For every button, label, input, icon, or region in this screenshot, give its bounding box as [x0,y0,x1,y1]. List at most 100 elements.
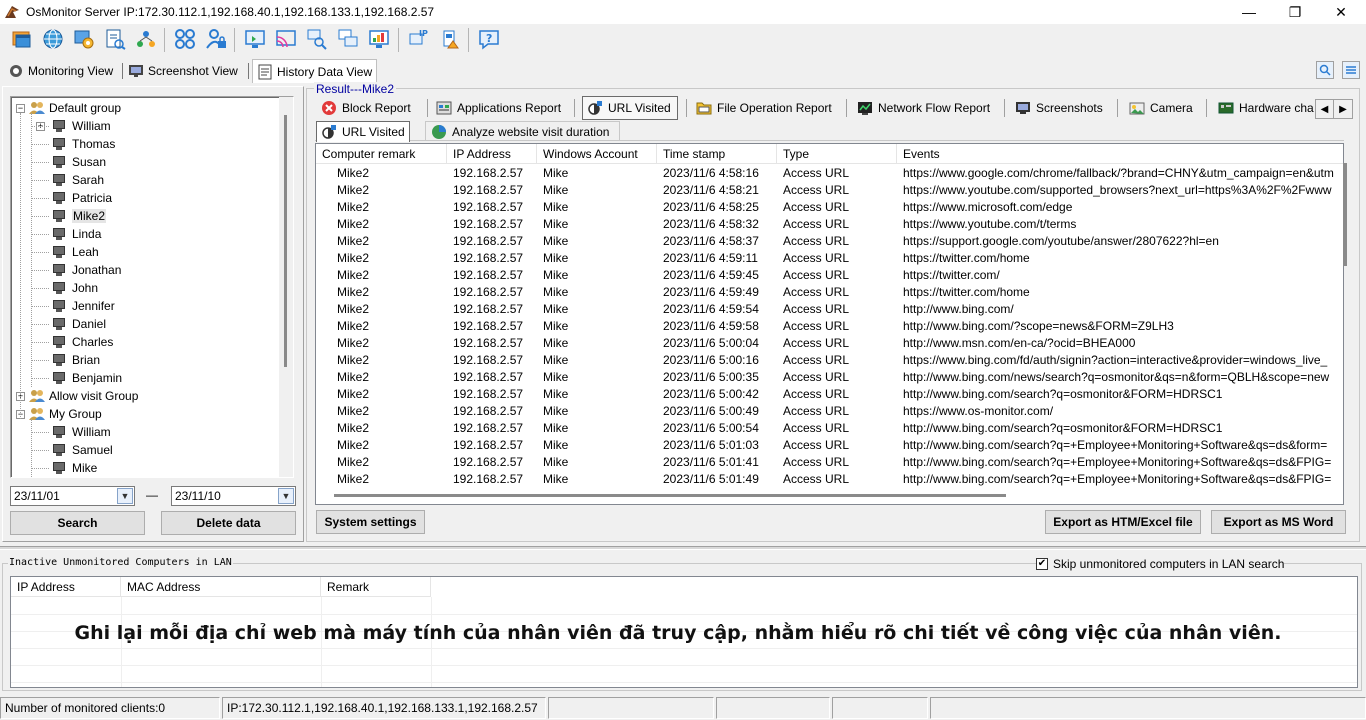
tab-camera[interactable]: Camera [1129,97,1193,119]
tree-computer[interactable]: Leah [51,243,99,261]
tree-computer[interactable]: William [51,423,111,441]
table-row[interactable]: Mike2 192.168.2.57 Mike 2023/11/6 4:58:21 Ac… [316,181,1343,198]
table-row[interactable]: Mike2 192.168.2.57 Mike 2023/11/6 5:00:49 Ac… [316,402,1343,419]
export-word-button[interactable]: Export as MS Word [1211,510,1346,534]
chevron-right-icon[interactable]: ▶ [1334,100,1352,118]
subtab-analyze-duration[interactable]: Analyze website visit duration [425,121,621,141]
lan-column-header[interactable]: IP Address [11,577,121,597]
cast-icon[interactable] [274,27,298,51]
tab-file-operation-report[interactable]: File Operation Report [696,97,832,119]
table-row[interactable]: Mike2 192.168.2.57 Mike 2023/11/6 5:00:54 Ac… [316,419,1343,436]
tree-group[interactable]: + Allow visit Group [16,387,138,405]
lan-column-header[interactable]: MAC Address [121,577,321,597]
table-row[interactable]: Mike2 192.168.2.57 Mike 2023/11/6 4:59:11 Ac… [316,249,1343,266]
table-row[interactable]: Mike2 192.168.2.57 Mike 2023/11/6 5:00:35 Ac… [316,368,1343,385]
table-vscroll-thumb[interactable] [1343,163,1347,266]
table-hscroll-thumb[interactable] [334,494,1006,497]
multi-screen-icon[interactable] [336,27,360,51]
column-header[interactable]: Events [897,144,1343,164]
tree-computer[interactable]: Jennifer [51,297,115,315]
tab-monitoring-view[interactable]: Monitoring View [8,60,113,82]
tree-computer[interactable]: + William [36,117,111,135]
remote-screen-icon[interactable] [243,27,267,51]
table-row[interactable]: Mike2 192.168.2.57 Mike 2023/11/6 5:01:41 Ac… [316,453,1343,470]
help-icon[interactable]: ? [477,27,501,51]
column-header[interactable]: Type [777,144,897,164]
lan-column-header[interactable]: Remark [321,577,431,597]
close-button[interactable]: ✕ [1318,0,1364,24]
globe-icon[interactable] [41,27,65,51]
table-row[interactable]: Mike2 192.168.2.57 Mike 2023/11/6 4:58:37 Ac… [316,232,1343,249]
tab-block-report[interactable]: Block Report [321,97,411,119]
tab-hardware-change[interactable]: Hardware cha [1218,97,1314,119]
tree-computer[interactable]: Charles [51,333,113,351]
tree-computer[interactable]: Linda [51,225,101,243]
skip-unmonitored-option[interactable]: ✔ Skip unmonitored computers in LAN sear… [1036,557,1285,571]
tree-scrollbar[interactable] [279,97,293,477]
list-view-icon[interactable] [1342,61,1360,79]
chevron-down-icon[interactable]: ▼ [278,488,294,504]
table-row[interactable]: Mike2 192.168.2.57 Mike 2023/11/6 4:59:54 Ac… [316,300,1343,317]
monitor-chart-icon[interactable] [367,27,391,51]
computer-tree[interactable]: − Default group + William Thomas Susan Sarah Pa… [10,96,294,478]
tree-computer[interactable]: Susan [51,153,106,171]
lock-person-icon[interactable] [204,27,228,51]
network-users-icon[interactable] [134,27,158,51]
skip-unmonitored-checkbox[interactable]: ✔ [1036,558,1048,570]
table-row[interactable]: Mike2 192.168.2.57 Mike 2023/11/6 4:59:58 Ac… [316,317,1343,334]
report-icon[interactable] [103,27,127,51]
tree-computer[interactable]: Benjamin [51,369,122,387]
tree-computer[interactable]: Sarah [51,171,104,189]
tab-screenshots[interactable]: Screenshots [1015,97,1103,119]
minimize-button[interactable]: — [1226,0,1272,24]
system-settings-button[interactable]: System settings [316,510,425,534]
apps-grid-icon[interactable] [173,27,197,51]
tab-url-visited[interactable]: URL Visited [582,96,678,120]
subtab-url-visited[interactable]: URL Visited [316,121,410,142]
tree-scroll-thumb[interactable] [284,115,287,367]
ip-icon[interactable]: IP [407,27,431,51]
table-row[interactable]: Mike2 192.168.2.57 Mike 2023/11/6 5:00:42 Ac… [316,385,1343,402]
tree-computer[interactable]: Thomas [51,135,115,153]
tree-computer[interactable]: Jonathan [51,261,121,279]
tree-computer[interactable]: Samuel [51,441,113,459]
tree-computer[interactable]: Mike [51,459,97,477]
delete-data-button[interactable]: Delete data [161,511,296,535]
tree-computer[interactable]: Mike2 [51,207,107,225]
table-row[interactable]: Mike2 192.168.2.57 Mike 2023/11/6 5:01:03 Ac… [316,436,1343,453]
column-header[interactable]: Computer remark [316,144,447,164]
search-button[interactable]: Search [10,511,145,535]
column-header[interactable]: Time stamp [657,144,777,164]
chevron-down-icon[interactable]: ▼ [117,488,133,504]
export-html-excel-button[interactable]: Export as HTM/Excel file [1045,510,1201,534]
table-row[interactable]: Mike2 192.168.2.57 Mike 2023/11/6 4:58:32 Ac… [316,215,1343,232]
chevron-left-icon[interactable]: ◀ [1316,100,1334,118]
maximize-button[interactable]: ❐ [1272,0,1318,24]
search-pc-icon[interactable] [305,27,329,51]
table-row[interactable]: Mike2 192.168.2.57 Mike 2023/11/6 5:01:49 Ac… [316,470,1343,487]
tree-computer[interactable]: Patricia [51,189,112,207]
column-header[interactable]: IP Address [447,144,537,164]
collapse-icon[interactable]: − [16,103,25,113]
tree-computer[interactable]: John [51,279,98,297]
table-row[interactable]: Mike2 192.168.2.57 Mike 2023/11/6 4:59:49 Ac… [316,283,1343,300]
table-row[interactable]: Mike2 192.168.2.57 Mike 2023/11/6 5:00:16 Ac… [316,351,1343,368]
table-row[interactable]: Mike2 192.168.2.57 Mike 2023/11/6 4:59:45 Ac… [316,266,1343,283]
tab-network-flow-report[interactable]: Network Flow Report [857,97,990,119]
window-icon[interactable] [10,27,34,51]
tree-group[interactable]: − My Group [16,405,102,423]
tree-computer[interactable]: Daniel [51,315,106,333]
splitter[interactable] [0,546,1366,550]
table-row[interactable]: Mike2 192.168.2.57 Mike 2023/11/6 4:58:25 Ac… [316,198,1343,215]
search-view-icon[interactable] [1316,61,1334,79]
tree-computer[interactable]: Brian [51,351,100,369]
column-header[interactable]: Windows Account [537,144,657,164]
end-date-combo[interactable]: 23/11/10 ▼ [171,486,296,506]
url-visited-table[interactable]: Computer remark IP Address Windows Account… [315,143,1344,505]
tab-applications-report[interactable]: Applications Report [436,97,561,119]
tab-history-data-view[interactable]: History Data View [252,59,378,83]
tab-screenshot-view[interactable]: Screenshot View [128,60,238,82]
usb-icon[interactable] [438,27,462,51]
start-date-combo[interactable]: 23/11/01 ▼ [10,486,135,506]
table-row[interactable]: Mike2 192.168.2.57 Mike 2023/11/6 5:00:04 Ac… [316,334,1343,351]
